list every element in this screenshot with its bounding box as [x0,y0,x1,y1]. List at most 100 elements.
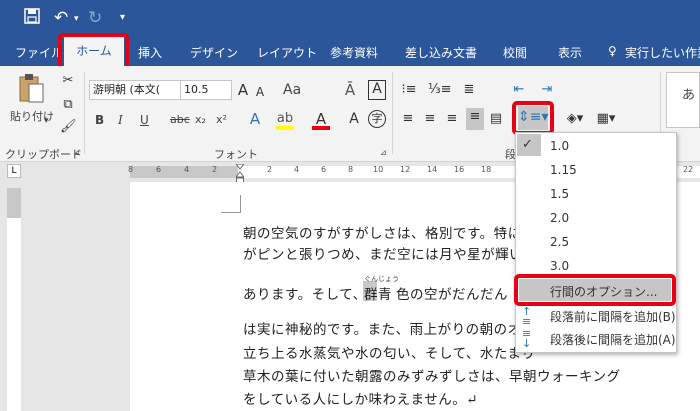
tab-selector-icon[interactable]: L [7,164,21,178]
clipboard-group-label: クリップボード [5,148,82,161]
enclosed-character-icon[interactable]: 字 [368,110,386,128]
space-before-icon: ↑ ≡ [522,305,532,328]
margin-corner [221,212,241,213]
group-separator [392,72,393,154]
font-launcher-icon[interactable]: ⊿ [380,148,387,157]
character-border-icon[interactable]: A [368,80,386,100]
superscript-button[interactable]: x² [216,113,227,126]
group-separator [84,72,85,154]
justify-icon[interactable]: ≡ [466,108,484,130]
menu-item-1-0[interactable]: 1.0 [550,139,569,153]
menu-item-1-5[interactable]: 1.5 [550,187,569,201]
tab-layout[interactable]: レイアウト [257,44,317,61]
change-case-button[interactable]: Aa [283,82,301,98]
ruler-number: 6 [156,165,162,174]
align-left-icon[interactable]: ≡ [400,110,416,128]
increase-indent-icon[interactable]: ⇥ [538,81,556,99]
bullets-icon[interactable]: ⁝≡ [400,81,418,99]
save-icon[interactable] [24,8,40,28]
document-line: がピンと張りつめ、まだ空には月や星が輝い [243,247,524,263]
add-space-before-item[interactable]: 段落前に間隔を追加(B) [550,308,676,325]
ruler-number: 12 [400,165,411,174]
shrink-font-icon[interactable]: A [254,83,266,101]
menu-item-1-15[interactable]: 1.15 [550,163,577,177]
borders-icon[interactable]: ▦▾ [596,110,616,128]
vertical-ruler[interactable] [7,188,21,411]
vertical-ruler-margin [7,188,21,218]
align-right-icon[interactable]: ≡ [444,110,460,128]
document-line: 草木の葉に付いた朝露のみずみずしさは、早朝ウォーキング [243,369,621,385]
font-size-box[interactable]: 10.5 [180,80,232,100]
shading-icon[interactable]: ◈▾ [565,110,585,128]
ruby-word: 群青 [364,287,392,303]
menu-item-3-0[interactable]: 3.0 [550,259,569,273]
undo-icon[interactable]: ↶ [54,8,68,28]
underline-button[interactable]: U [140,113,149,127]
paste-dropdown-icon[interactable]: ▾ [44,116,49,126]
tab-file[interactable]: ファイル [15,44,63,61]
ruler-number: 2 [267,165,273,174]
copy-icon[interactable]: ⧉ [60,96,76,114]
style-preview: あ [682,88,696,103]
redo-icon[interactable]: ↻ [88,8,102,28]
document-line: をしている人にしか味わえません。↵ [243,392,479,408]
ruby-reading: ぐんじょう [364,275,399,283]
ruler-number: 4 [184,165,190,174]
tab-view[interactable]: 表示 [558,44,582,61]
tab-design[interactable]: デザイン [190,44,238,61]
font-group-label: フォント [214,148,258,161]
check-icon: ✓ [522,137,533,152]
line-spacing-highlight [512,101,554,135]
ruler-number: 18 [481,165,492,174]
ruler-number: 2 [212,165,218,174]
ruler-number: 6 [321,165,327,174]
italic-button[interactable]: I [118,113,123,127]
ruler-number: 14 [427,165,438,174]
paste-icon[interactable] [17,72,47,106]
ruler-number: 22 [683,165,694,174]
ruler-number: 10 [373,165,384,174]
align-center-icon[interactable]: ≡ [422,110,438,128]
customize-qat-icon[interactable]: ▾ [120,12,125,23]
ruler-number: 8 [128,165,134,174]
margin-corner [240,195,241,213]
space-after-icon: ≡ ↓ [522,327,532,350]
undo-dropdown-icon[interactable]: ▾ [74,14,79,24]
document-line: は実に神秘的です。また、雨上がりの朝のオ [243,322,522,338]
strikethrough-button[interactable]: abc [170,113,190,126]
distributed-icon[interactable]: ▤ [488,110,504,128]
document-line: あります。そして、 [243,287,367,303]
font-color-swatch [312,126,330,130]
document-line: 色の空がだんだん [396,287,508,303]
tab-insert[interactable]: 挿入 [138,44,162,61]
subscript-button[interactable]: x₂ [195,113,206,126]
document-line: 朝の空気のすがすがしさは、格別です。特に [243,226,522,242]
grow-font-icon[interactable]: A [236,81,250,99]
enclose-character-icon[interactable]: A [346,110,362,128]
format-painter-icon[interactable]: 🖌 [60,118,77,136]
multilevel-list-icon[interactable]: ≣ [460,81,478,99]
document-line: 立ち上る水蒸気や水の匂い、そして、水たまり [243,346,536,362]
tab-references[interactable]: 参考資料 [330,44,378,61]
clear-formatting-icon[interactable]: Ā [342,81,358,99]
highlight-color-swatch [276,126,294,130]
decrease-indent-icon[interactable]: ⇤ [510,81,528,99]
menu-item-2-5[interactable]: 2.5 [550,235,569,249]
font-name-box[interactable]: 游明朝 (本文( [89,80,181,100]
ruler-number: 16 [454,165,465,174]
add-space-after-item[interactable]: 段落後に間隔を追加(A) [550,331,676,348]
menu-item-2-0[interactable]: 2.0 [550,211,569,225]
tell-me-icon[interactable]: ♀ [608,44,617,58]
tab-review[interactable]: 校閲 [503,44,527,61]
ruler-number: 4 [294,165,300,174]
tell-me-input[interactable]: 実行したい作業 [625,44,700,61]
tab-mailings[interactable]: 差し込み文書 [405,44,477,61]
ruler-number: 8 [348,165,354,174]
options-highlight [514,274,676,306]
bold-button[interactable]: B [95,113,104,127]
numbering-icon[interactable]: ⅓≡ [428,81,452,99]
title-bar [0,0,700,36]
clipboard-launcher-icon[interactable]: ⊿ [73,148,80,157]
text-effects-icon[interactable]: A [246,110,264,128]
cut-icon[interactable]: ✂ [60,72,76,90]
